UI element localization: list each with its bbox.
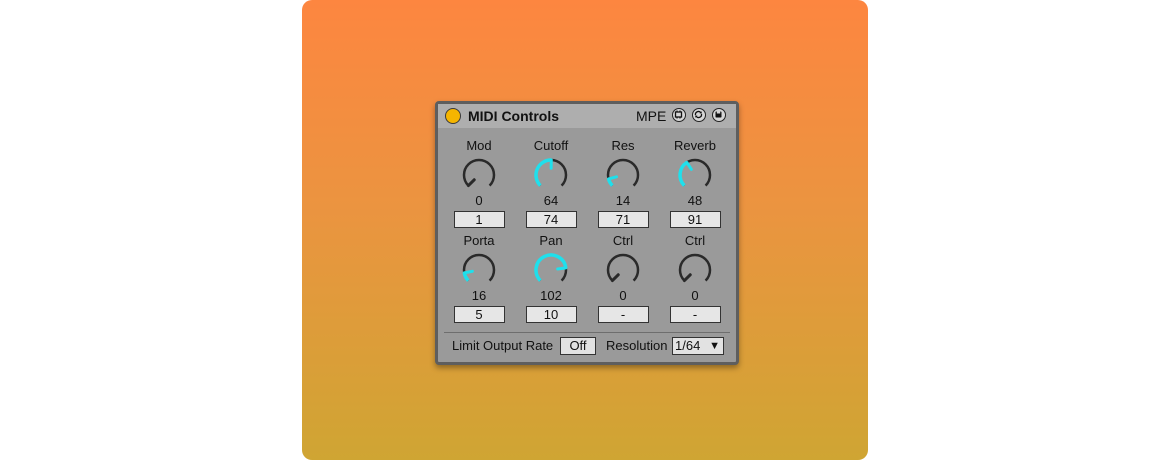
knob-value-arc bbox=[678, 160, 688, 187]
midi-controls-device: MIDI Controls MPE Mod 0 1 Cutoff 64 74 R… bbox=[435, 101, 739, 365]
knob-track bbox=[462, 158, 496, 187]
knob-value: 0 bbox=[475, 193, 483, 208]
knob-ctrl-1[interactable] bbox=[587, 251, 659, 289]
resolution-dropdown[interactable]: 1/64 ▼ bbox=[672, 337, 724, 355]
mpe-toggle[interactable]: MPE bbox=[636, 108, 666, 124]
limit-output-rate-label: Limit Output Rate bbox=[452, 338, 554, 353]
knob-label: Ctrl bbox=[612, 233, 634, 248]
device-power-toggle[interactable] bbox=[445, 108, 461, 124]
knob-needle bbox=[462, 269, 474, 275]
knob-porta[interactable] bbox=[443, 251, 515, 289]
knob-label: Porta bbox=[463, 233, 495, 248]
knob-value-arc bbox=[534, 158, 552, 187]
knob-value: 64 bbox=[543, 193, 559, 208]
knob-cell-pan: Pan 102 10 bbox=[515, 233, 587, 323]
knob-value: 48 bbox=[687, 193, 703, 208]
knob-reverb[interactable] bbox=[659, 156, 731, 194]
knob-label: Reverb bbox=[674, 138, 716, 153]
footer-divider bbox=[444, 332, 730, 333]
knob-track bbox=[606, 158, 640, 187]
knob-label: Ctrl bbox=[684, 233, 706, 248]
knob-needle bbox=[466, 178, 476, 188]
knob-dial[interactable] bbox=[604, 156, 642, 194]
map-icon[interactable] bbox=[672, 108, 686, 122]
cc-number-box[interactable]: 74 bbox=[525, 211, 577, 228]
knob-cell-ctrl-2: Ctrl 0 - bbox=[659, 233, 731, 323]
knob-value: 14 bbox=[615, 193, 631, 208]
cc-number-box[interactable]: 1 bbox=[453, 211, 505, 228]
knob-value: 0 bbox=[619, 288, 627, 303]
knob-needle bbox=[685, 160, 693, 171]
knob-track bbox=[462, 253, 496, 282]
knob-needle bbox=[610, 273, 620, 283]
cc-number-box[interactable]: 10 bbox=[525, 306, 577, 323]
knob-dial[interactable] bbox=[532, 251, 570, 289]
knob-value: 102 bbox=[540, 288, 562, 303]
knob-cell-reverb: Reverb 48 91 bbox=[659, 138, 731, 228]
limit-output-rate-toggle[interactable]: Off bbox=[560, 337, 596, 355]
knob-dial[interactable] bbox=[460, 251, 498, 289]
knob-ctrl-2[interactable] bbox=[659, 251, 731, 289]
knob-value: 16 bbox=[471, 288, 487, 303]
knob-label: Res bbox=[611, 138, 635, 153]
knob-label: Cutoff bbox=[533, 138, 569, 153]
device-title: MIDI Controls bbox=[468, 108, 559, 124]
knob-track bbox=[678, 253, 712, 282]
device-titlebar: MIDI Controls MPE bbox=[438, 104, 736, 128]
knob-dial[interactable] bbox=[676, 251, 714, 289]
knob-cell-res: Res 14 71 bbox=[587, 138, 659, 228]
knob-cell-cutoff: Cutoff 64 74 bbox=[515, 138, 587, 228]
resolution-value: 1/64 bbox=[675, 338, 701, 353]
knob-cell-ctrl-1: Ctrl 0 - bbox=[587, 233, 659, 323]
knob-value: 0 bbox=[691, 288, 699, 303]
knob-needle bbox=[607, 175, 618, 181]
knob-needle bbox=[682, 273, 692, 283]
knob-cell-porta: Porta 16 5 bbox=[443, 233, 515, 323]
cc-number-box[interactable]: 71 bbox=[597, 211, 649, 228]
knob-cell-mod: Mod 0 1 bbox=[443, 138, 515, 228]
cc-number-box[interactable]: 91 bbox=[669, 211, 721, 228]
cc-number-box[interactable]: - bbox=[597, 306, 649, 323]
knob-pan[interactable] bbox=[515, 251, 587, 289]
sync-icon[interactable] bbox=[692, 108, 706, 122]
knob-dial[interactable] bbox=[532, 156, 570, 194]
save-icon[interactable] bbox=[712, 108, 726, 122]
chevron-down-icon: ▼ bbox=[709, 340, 720, 352]
knob-cutoff[interactable] bbox=[515, 156, 587, 194]
cc-number-box[interactable]: 5 bbox=[453, 306, 505, 323]
cc-number-box[interactable]: - bbox=[669, 306, 721, 323]
knob-mod[interactable] bbox=[443, 156, 515, 194]
knob-track bbox=[606, 253, 640, 282]
knob-needle bbox=[556, 266, 568, 271]
knob-dial[interactable] bbox=[460, 156, 498, 194]
knob-dial[interactable] bbox=[676, 156, 714, 194]
knob-label: Mod bbox=[466, 138, 492, 153]
knob-dial[interactable] bbox=[604, 251, 642, 289]
knob-res[interactable] bbox=[587, 156, 659, 194]
resolution-label: Resolution bbox=[606, 338, 668, 353]
knob-label: Pan bbox=[539, 233, 563, 248]
